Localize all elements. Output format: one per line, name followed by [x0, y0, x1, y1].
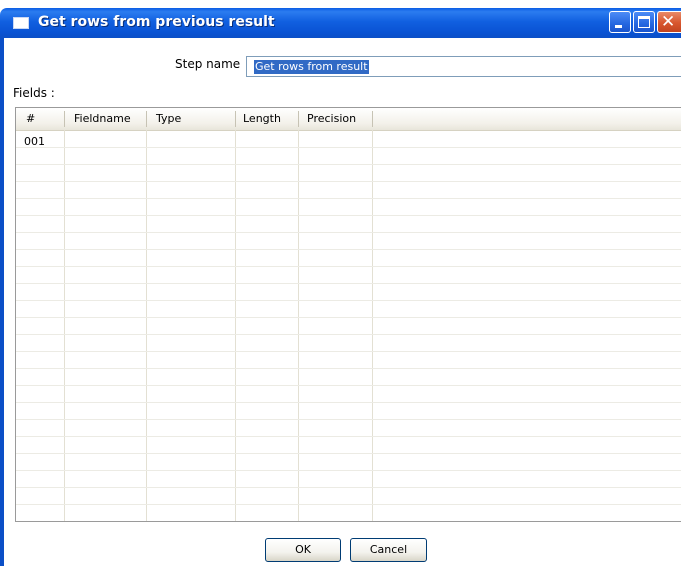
close-button[interactable]: ✕: [657, 11, 681, 33]
column-header-fieldname[interactable]: Fieldname: [74, 108, 131, 130]
column-separator[interactable]: [235, 111, 236, 127]
window-border: [0, 38, 4, 566]
ok-button[interactable]: OK: [265, 538, 341, 562]
table-row: [16, 198, 681, 199]
column-separator[interactable]: [372, 111, 373, 127]
table-row: [16, 470, 681, 471]
column-gridline: [372, 130, 373, 521]
table-row: [16, 266, 681, 267]
column-separator[interactable]: [64, 111, 65, 127]
table-row: [16, 368, 681, 369]
table-row: [16, 300, 681, 301]
column-gridline: [235, 130, 236, 521]
step-name-input[interactable]: Get rows from result: [246, 56, 681, 77]
table-row: [16, 283, 681, 284]
table-row: [16, 249, 681, 250]
table-row: [16, 436, 681, 437]
column-gridline: [64, 130, 65, 521]
dialog-window: Get rows from previous result ✕ Step nam…: [0, 0, 681, 566]
table-row: [16, 504, 681, 505]
table-row: [16, 334, 681, 335]
cancel-button[interactable]: Cancel: [350, 538, 427, 562]
table-row: [16, 164, 681, 165]
column-separator[interactable]: [298, 111, 299, 127]
table-row: [16, 232, 681, 233]
fields-table[interactable]: # Fieldname Type Length Precision 001: [15, 107, 681, 522]
window-icon: [13, 17, 29, 29]
fields-label: Fields :: [13, 86, 55, 100]
close-icon: ✕: [661, 12, 676, 32]
table-row: [16, 317, 681, 318]
table-row: [16, 181, 681, 182]
table-row: [16, 215, 681, 216]
table-row: [16, 453, 681, 454]
column-header-length[interactable]: Length: [243, 108, 281, 130]
column-separator[interactable]: [146, 111, 147, 127]
table-row: [16, 402, 681, 403]
column-gridline: [146, 130, 147, 521]
maximize-icon: [638, 16, 650, 28]
table-row: [16, 351, 681, 352]
minimize-button[interactable]: [609, 11, 631, 33]
title-bar[interactable]: Get rows from previous result ✕: [0, 8, 681, 38]
step-name-label: Step name: [175, 57, 241, 71]
table-row: [16, 147, 681, 148]
minimize-icon: [615, 25, 622, 28]
step-name-value: Get rows from result: [254, 60, 369, 74]
column-header-precision[interactable]: Precision: [307, 108, 356, 130]
table-row: [16, 385, 681, 386]
table-row: [16, 419, 681, 420]
maximize-button[interactable]: [633, 11, 655, 33]
table-header: # Fieldname Type Length Precision: [16, 108, 681, 131]
column-header-type[interactable]: Type: [156, 108, 181, 130]
column-gridline: [298, 130, 299, 521]
table-row: [16, 487, 681, 488]
window-title: Get rows from previous result: [38, 14, 275, 30]
column-header-number[interactable]: #: [26, 108, 35, 130]
